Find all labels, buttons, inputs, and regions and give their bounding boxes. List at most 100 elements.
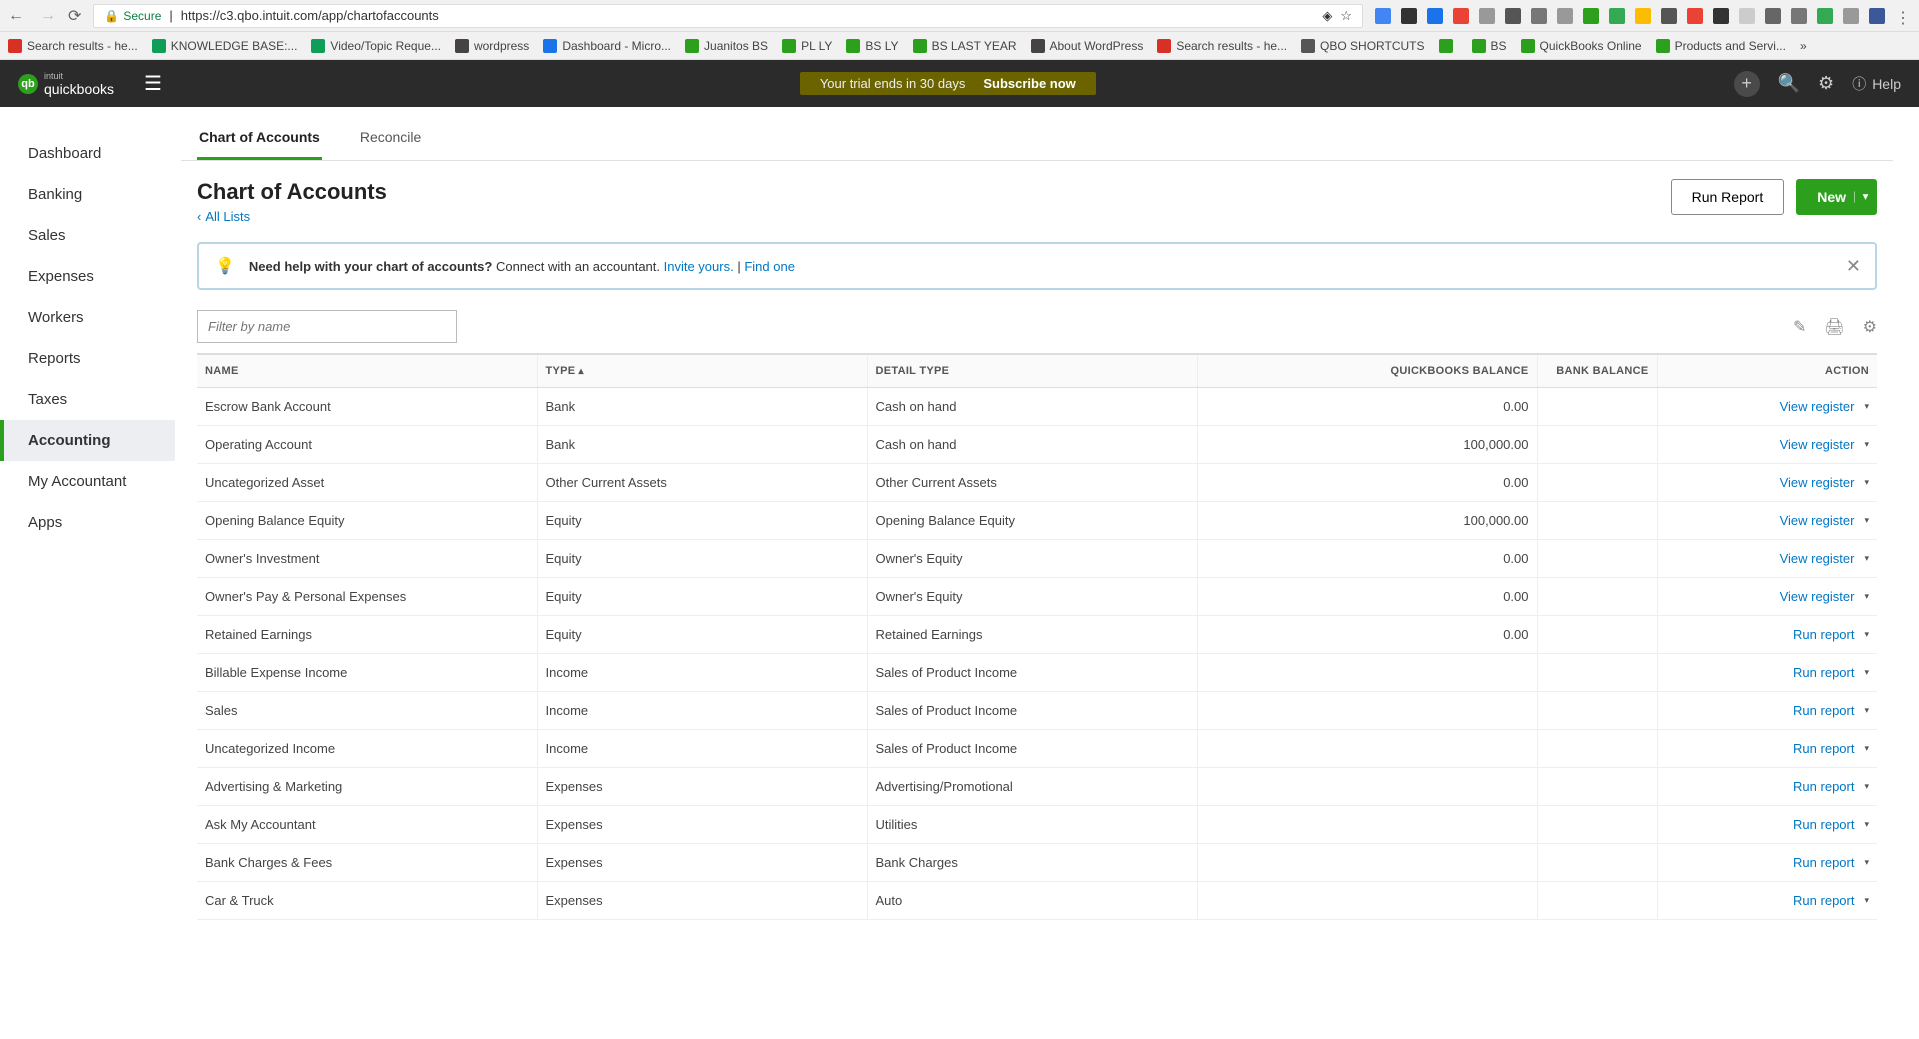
col-qb-balance[interactable]: QUICKBOOKS BALANCE [1197, 354, 1537, 388]
sidebar-item-workers[interactable]: Workers [0, 297, 175, 338]
ext-icon[interactable] [1375, 8, 1391, 24]
back-icon[interactable]: ← [8, 7, 24, 25]
subscribe-link[interactable]: Subscribe now [983, 76, 1075, 91]
table-row: Retained Earnings Equity Retained Earnin… [197, 616, 1877, 654]
ext-icon[interactable] [1661, 8, 1677, 24]
row-action-link[interactable]: Run report [1793, 741, 1869, 756]
ext-icon[interactable] [1583, 8, 1599, 24]
ext-icon[interactable] [1557, 8, 1573, 24]
bookmark-item[interactable]: QuickBooks Online [1521, 39, 1642, 53]
ext-icon[interactable] [1713, 8, 1729, 24]
sidebar-item-dashboard[interactable]: Dashboard [0, 133, 175, 174]
hamburger-icon[interactable]: ☰ [144, 71, 162, 96]
search-icon[interactable]: 🔍 [1778, 73, 1800, 94]
row-action-link[interactable]: Run report [1793, 779, 1869, 794]
bookmark-label: PL LY [801, 39, 832, 53]
find-link[interactable]: Find one [744, 259, 795, 274]
close-icon[interactable]: ✕ [1846, 256, 1861, 277]
col-action[interactable]: ACTION [1657, 354, 1877, 388]
url-bar[interactable]: 🔒 Secure | https://c3.qbo.intuit.com/app… [93, 4, 1363, 28]
ext-icon[interactable] [1791, 8, 1807, 24]
new-button[interactable]: New [1796, 179, 1877, 215]
ext-icon[interactable] [1817, 8, 1833, 24]
menu-icon[interactable]: ⋮ [1895, 8, 1911, 24]
bookmark-item[interactable]: BS [1472, 39, 1507, 53]
row-action-link[interactable]: View register [1780, 399, 1869, 414]
bookmark-item[interactable]: BS LY [846, 39, 898, 53]
bookmarks-overflow-icon[interactable]: » [1800, 39, 1807, 53]
row-action-link[interactable]: Run report [1793, 817, 1869, 832]
star-icon[interactable]: ☆ [1340, 8, 1352, 24]
bookmark-item[interactable] [1439, 39, 1458, 53]
help-link[interactable]: ⓘ Help [1852, 74, 1901, 94]
bookmark-item[interactable]: BS LAST YEAR [913, 39, 1017, 53]
gear-icon[interactable]: ⚙ [1818, 73, 1834, 94]
reload-icon[interactable]: ⟳ [68, 6, 81, 26]
bookmark-item[interactable]: About WordPress [1031, 39, 1144, 53]
ext-icon[interactable] [1531, 8, 1547, 24]
sidebar-item-sales[interactable]: Sales [0, 215, 175, 256]
ext-icon[interactable] [1505, 8, 1521, 24]
row-action-link[interactable]: View register [1780, 513, 1869, 528]
ext-icon[interactable] [1479, 8, 1495, 24]
row-action-link[interactable]: View register [1780, 437, 1869, 452]
bookmark-item[interactable]: KNOWLEDGE BASE:... [152, 39, 298, 53]
bookmark-item[interactable]: Juanitos BS [685, 39, 768, 53]
ext-icon[interactable] [1765, 8, 1781, 24]
translate-icon[interactable]: ◈ [1322, 8, 1332, 24]
qb-logo[interactable]: qb intuitquickbooks [18, 71, 114, 97]
ext-icon[interactable] [1739, 8, 1755, 24]
bookmark-item[interactable]: Search results - he... [8, 39, 138, 53]
row-action-link[interactable]: Run report [1793, 665, 1869, 680]
pencil-icon[interactable]: ✎ [1793, 317, 1806, 337]
sidebar-item-expenses[interactable]: Expenses [0, 256, 175, 297]
sidebar-item-my-accountant[interactable]: My Accountant [0, 461, 175, 502]
ext-icon[interactable] [1401, 8, 1417, 24]
sidebar-item-accounting[interactable]: Accounting [0, 420, 175, 461]
ext-icon[interactable] [1427, 8, 1443, 24]
col-bank-balance[interactable]: BANK BALANCE [1537, 354, 1657, 388]
sidebar-item-banking[interactable]: Banking [0, 174, 175, 215]
row-action-link[interactable]: Run report [1793, 627, 1869, 642]
ext-icon[interactable] [1869, 8, 1885, 24]
row-action-link[interactable]: View register [1780, 475, 1869, 490]
bookmark-icon [152, 39, 166, 53]
cell-name: Owner's Pay & Personal Expenses [197, 578, 537, 616]
col-detail[interactable]: DETAIL TYPE [867, 354, 1197, 388]
cell-bank-balance [1537, 388, 1657, 426]
ext-icon[interactable] [1609, 8, 1625, 24]
ext-icon[interactable] [1843, 8, 1859, 24]
row-action-link[interactable]: View register [1780, 551, 1869, 566]
row-action-link[interactable]: Run report [1793, 703, 1869, 718]
row-action-link[interactable]: Run report [1793, 855, 1869, 870]
settings-icon[interactable]: ⚙ [1863, 317, 1877, 337]
ext-icon[interactable] [1635, 8, 1651, 24]
bookmark-item[interactable]: Video/Topic Reque... [311, 39, 441, 53]
row-action-link[interactable]: Run report [1793, 893, 1869, 908]
bookmark-item[interactable]: Dashboard - Micro... [543, 39, 671, 53]
col-type[interactable]: TYPE [537, 354, 867, 388]
sidebar-item-taxes[interactable]: Taxes [0, 379, 175, 420]
bookmark-item[interactable]: Products and Servi... [1656, 39, 1786, 53]
tab-chart-of-accounts[interactable]: Chart of Accounts [197, 119, 322, 160]
print-icon[interactable]: 🖨 [1824, 317, 1844, 337]
ext-icon[interactable] [1453, 8, 1469, 24]
tab-reconcile[interactable]: Reconcile [358, 119, 423, 160]
breadcrumb[interactable]: ‹ All Lists [197, 209, 387, 224]
sidebar-item-apps[interactable]: Apps [0, 502, 175, 543]
run-report-button[interactable]: Run Report [1671, 179, 1785, 215]
ext-icon[interactable] [1687, 8, 1703, 24]
sidebar-item-reports[interactable]: Reports [0, 338, 175, 379]
cell-type: Expenses [537, 882, 867, 920]
create-icon[interactable]: + [1734, 71, 1760, 97]
row-action-link[interactable]: View register [1780, 589, 1869, 604]
cell-detail: Cash on hand [867, 388, 1197, 426]
filter-input[interactable] [197, 310, 457, 343]
bookmark-icon [846, 39, 860, 53]
bookmark-item[interactable]: wordpress [455, 39, 529, 53]
bookmark-item[interactable]: QBO SHORTCUTS [1301, 39, 1424, 53]
bookmark-item[interactable]: PL LY [782, 39, 832, 53]
bookmark-item[interactable]: Search results - he... [1157, 39, 1287, 53]
invite-link[interactable]: Invite yours. [664, 259, 734, 274]
col-name[interactable]: NAME [197, 354, 537, 388]
